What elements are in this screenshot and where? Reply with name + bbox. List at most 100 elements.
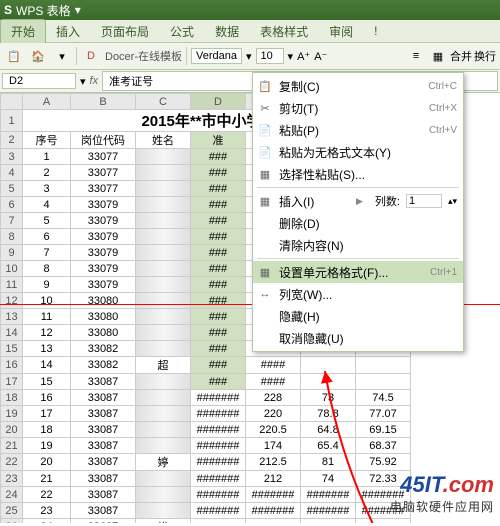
cell[interactable]: 9 <box>23 277 71 293</box>
docer-icon[interactable]: D <box>81 46 101 66</box>
cell[interactable]: 68.37 <box>356 438 411 454</box>
cell[interactable]: ### <box>191 165 246 181</box>
font-selector[interactable]: Verdana <box>191 48 242 64</box>
row-header[interactable]: 19 <box>1 406 23 422</box>
cell[interactable] <box>191 519 246 524</box>
cell[interactable]: 33079 <box>71 261 136 277</box>
cell[interactable]: 77.07 <box>356 406 411 422</box>
col-header-C[interactable]: C <box>136 94 191 110</box>
cell[interactable]: █ <box>136 165 191 181</box>
cell[interactable]: █ <box>136 309 191 325</box>
cell[interactable]: 33077 <box>71 149 136 165</box>
cell[interactable]: ####### <box>191 422 246 438</box>
cell[interactable]: ### <box>191 213 246 229</box>
align-icon[interactable]: ≡ <box>406 46 426 66</box>
tab-formula[interactable]: 公式 <box>160 20 205 43</box>
cell[interactable] <box>246 519 301 524</box>
cell[interactable]: 20 <box>23 454 71 471</box>
cell[interactable]: 33087 <box>71 519 136 524</box>
tab-data[interactable]: 数据 <box>205 20 250 43</box>
cell[interactable]: 2 <box>23 165 71 181</box>
cell[interactable]: █ <box>136 325 191 341</box>
row-header[interactable]: 22 <box>1 454 23 471</box>
cell[interactable]: 33087 <box>71 471 136 487</box>
cell[interactable]: ### <box>191 293 246 309</box>
cell[interactable]: 12 <box>23 325 71 341</box>
col-header-B[interactable]: B <box>71 94 136 110</box>
menu-clear[interactable]: 清除内容(N) <box>253 234 463 256</box>
row-header[interactable]: 4 <box>1 165 23 181</box>
menu-format-cells[interactable]: ▦设置单元格格式(F)...Ctrl+1 <box>253 261 463 283</box>
tab-layout[interactable]: 页面布局 <box>91 20 160 43</box>
cell[interactable]: 序号 <box>23 132 71 149</box>
cell[interactable]: 8 <box>23 261 71 277</box>
cell[interactable]: 33082 <box>71 341 136 357</box>
row-header[interactable]: 24 <box>1 487 23 503</box>
cell[interactable]: 220 <box>246 406 301 422</box>
cell[interactable]: 4 <box>23 197 71 213</box>
cell[interactable]: █ <box>136 229 191 245</box>
dropdown-icon[interactable]: ▾ <box>75 3 81 17</box>
cell[interactable]: ####### <box>191 454 246 471</box>
tab-table-style[interactable]: 表格样式 <box>250 20 319 43</box>
cell[interactable]: 1 <box>23 149 71 165</box>
cell[interactable]: 33079 <box>71 245 136 261</box>
cell[interactable]: 11 <box>23 309 71 325</box>
size-drop-icon[interactable]: ▾ <box>288 50 294 63</box>
cell[interactable]: ####### <box>191 471 246 487</box>
cell[interactable]: ### <box>191 149 246 165</box>
cell[interactable]: ### <box>191 374 246 390</box>
row-header[interactable]: 5 <box>1 181 23 197</box>
row-header[interactable]: 7 <box>1 213 23 229</box>
cell[interactable]: 33079 <box>71 213 136 229</box>
cell[interactable]: 准 <box>191 132 246 149</box>
tab-insert[interactable]: 插入 <box>46 20 91 43</box>
cell[interactable] <box>301 374 356 390</box>
cell[interactable]: ####### <box>246 503 301 519</box>
cell[interactable]: 33087 <box>71 390 136 406</box>
cell[interactable]: ####### <box>191 438 246 454</box>
drop-icon[interactable]: ▾ <box>52 46 72 66</box>
cell[interactable]: █ <box>136 503 191 519</box>
cell[interactable]: ####### <box>191 503 246 519</box>
cell[interactable]: 73 <box>301 390 356 406</box>
cell[interactable]: 3 <box>23 181 71 197</box>
cell[interactable]: 13 <box>23 341 71 357</box>
cell[interactable]: 33087 <box>71 422 136 438</box>
cell[interactable]: ####### <box>246 487 301 503</box>
menu-insert[interactable]: ▦插入(I)▶列数:▴▾ <box>253 190 463 212</box>
cell[interactable]: ### <box>191 197 246 213</box>
cell[interactable]: 33077 <box>71 165 136 181</box>
insert-col-count[interactable] <box>406 194 442 208</box>
menu-delete[interactable]: 删除(D) <box>253 212 463 234</box>
cell[interactable]: 33080 <box>71 325 136 341</box>
row-header[interactable]: 11 <box>1 277 23 293</box>
cell[interactable]: █ <box>136 181 191 197</box>
cell[interactable]: █ <box>136 422 191 438</box>
cell[interactable]: ### <box>191 261 246 277</box>
cell[interactable]: 棤 <box>136 519 191 524</box>
home-icon[interactable]: 🏠 <box>28 46 48 66</box>
cell[interactable]: 33079 <box>71 229 136 245</box>
cell[interactable]: 220.5 <box>246 422 301 438</box>
row-header[interactable]: 20 <box>1 422 23 438</box>
row-header[interactable]: 8 <box>1 229 23 245</box>
row-header[interactable]: 18 <box>1 390 23 406</box>
cell[interactable]: 7 <box>23 245 71 261</box>
cell[interactable]: 74.5 <box>356 390 411 406</box>
cell[interactable]: 33077 <box>71 181 136 197</box>
cell[interactable]: ### <box>191 277 246 293</box>
row-header[interactable]: 16 <box>1 357 23 374</box>
cell[interactable]: 174 <box>246 438 301 454</box>
cell[interactable]: █ <box>136 341 191 357</box>
cell[interactable]: ### <box>191 357 246 374</box>
cell[interactable]: 婷 <box>136 454 191 471</box>
cell[interactable]: ####### <box>191 406 246 422</box>
cell[interactable]: 10 <box>23 293 71 309</box>
size-selector[interactable]: 10 <box>256 48 284 64</box>
cell[interactable]: 75.92 <box>356 454 411 471</box>
row-header[interactable]: 12 <box>1 293 23 309</box>
cell[interactable]: 33087 <box>71 438 136 454</box>
decrease-font-icon[interactable]: A⁻ <box>314 50 327 63</box>
cell[interactable]: ### <box>191 309 246 325</box>
